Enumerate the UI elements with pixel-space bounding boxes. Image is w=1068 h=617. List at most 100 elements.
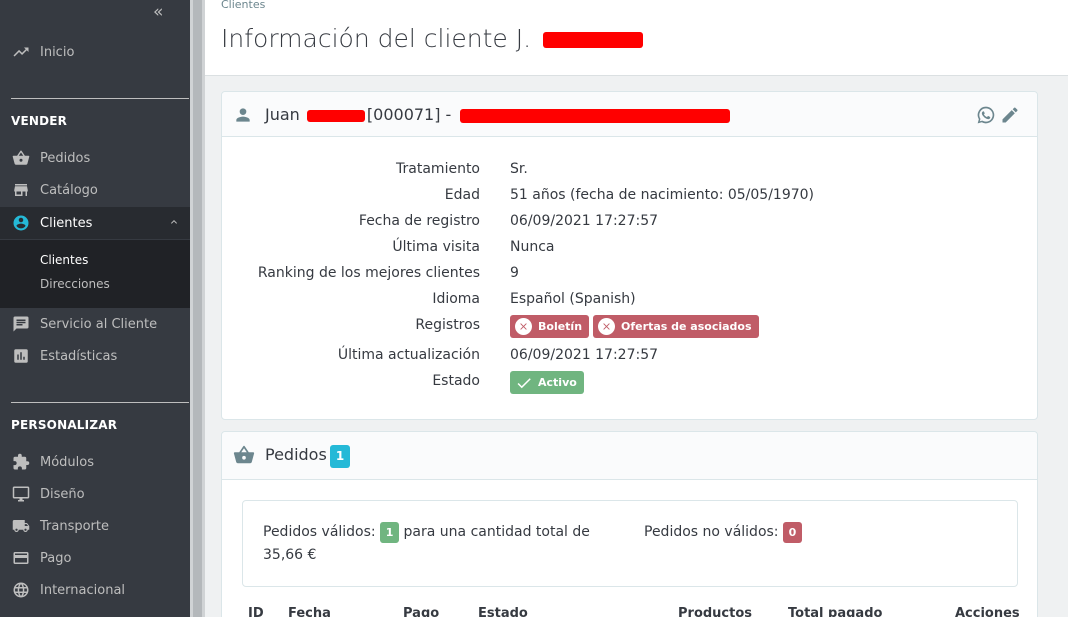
bar-chart-icon [11,348,31,364]
sidebar-divider [11,98,189,99]
sidebar-scrollbar[interactable] [190,0,205,617]
orders-col-pago[interactable]: Pago [403,606,439,617]
label-estado: Estado [432,373,480,389]
submenu-clientes: Clientes Direcciones [0,240,190,308]
sidebar-item-transporte[interactable]: Transporte [0,510,190,542]
page-title: Información del cliente J. [221,24,644,53]
section-vender: VENDER [11,114,68,128]
newsletter-label: Boletín [538,320,583,333]
invalid-orders-badge: 0 [782,522,802,543]
value-fecha-registro: 06/09/2021 17:27:57 [510,213,659,229]
close-icon [598,318,616,335]
puzzle-icon [11,453,31,470]
submenu-item-clientes[interactable]: Clientes [40,253,88,267]
edit-pencil-icon[interactable] [1000,105,1020,125]
store-icon [11,182,31,198]
orders-title: Pedidos [265,445,327,464]
sidebar-item-label: Módulos [40,454,94,470]
customer-name: Juan [000071] - [265,105,731,124]
chevron-up-icon [171,220,177,224]
valid-orders-line: Pedidos válidos: 1 para una cantidad tot… [263,522,590,543]
sidebar-item-label: Inicio [40,44,75,60]
sidebar-item-catalogo[interactable]: Catálogo [0,174,190,206]
sidebar-item-clientes[interactable]: Clientes [0,207,190,239]
orders-col-id[interactable]: ID [248,606,264,617]
trending-up-icon [11,44,31,60]
valid-orders-label: Pedidos válidos: [263,524,376,540]
sidebar-item-label: Pedidos [40,150,91,166]
truck-icon [11,518,31,534]
orders-card-header: Pedidos 1 [222,432,1037,480]
sidebar-item-pedidos[interactable]: Pedidos [0,142,190,174]
label-registros: Registros [415,317,480,333]
status-badge[interactable]: Activo [510,371,584,394]
orders-card: Pedidos 1 Pedidos válidos: 1 para una ca… [221,431,1038,617]
credit-card-icon [11,550,31,566]
sidebar-item-inicio[interactable]: Inicio [0,36,190,68]
double-chevron-left-icon[interactable]: « [153,2,163,22]
value-tratamiento: Sr. [510,161,528,177]
orders-col-productos[interactable]: Productos [678,606,752,617]
label-fecha-registro: Fecha de registro [358,213,480,229]
label-ranking: Ranking de los mejores clientes [257,265,480,281]
redaction-mark [543,32,644,48]
newsletter-badge[interactable]: Boletín [510,315,590,338]
section-personalizar: PERSONALIZAR [11,418,118,432]
globe-icon [11,582,31,598]
sidebar-item-label: Estadísticas [40,348,118,364]
sidebar-item-internacional[interactable]: Internacional [0,574,190,606]
close-icon [515,318,532,335]
sidebar-item-label: Servicio al Cliente [40,316,158,332]
orders-count-badge: 1 [330,445,350,468]
breadcrumb[interactable]: Clientes [221,0,265,11]
registros-badges: Boletín Ofertas de asociados [510,315,763,338]
customer-first-name: Juan [265,105,300,124]
status-label: Activo [538,376,577,389]
orders-summary-box: Pedidos válidos: 1 para una cantidad tot… [242,500,1018,587]
value-idioma: Español (Spanish) [510,291,636,307]
sidebar-item-label: Pago [40,550,72,566]
orders-col-acciones[interactable]: Acciones [955,606,1020,617]
sidebar-item-estadisticas[interactable]: Estadísticas [0,340,190,372]
value-ultima-visita: Nunca [510,239,555,255]
customer-email-link-redacted[interactable] [460,108,731,123]
redaction-mark [306,109,365,122]
partner-offers-badge[interactable]: Ofertas de asociados [593,315,759,338]
estado-badge-wrap: Activo [510,371,588,396]
sidebar-item-label: Clientes [40,215,93,231]
person-icon [236,108,250,122]
label-idioma: Idioma [432,291,480,307]
valid-orders-badge: 1 [380,522,400,543]
sidebar-item-label: Transporte [40,518,109,534]
valid-orders-total: 35,66 € [263,547,317,563]
label-ultima-actualizacion: Última actualización [337,347,480,363]
scrollbar-thumb[interactable] [193,0,202,617]
sidebar-item-pago[interactable]: Pago [0,542,190,574]
value-ranking: 9 [510,265,519,281]
sidebar: « Inicio VENDER Pedidos Catálogo Cliente… [0,0,190,617]
orders-col-fecha[interactable]: Fecha [288,606,331,617]
shopping-basket-icon [11,150,31,166]
shopping-basket-icon [233,445,255,464]
label-edad: Edad [444,187,480,203]
value-ultima-actualizacion: 06/09/2021 17:27:57 [510,347,659,363]
check-icon [517,377,531,388]
orders-col-estado[interactable]: Estado [478,606,528,617]
account-circle-icon [11,215,31,231]
sidebar-item-servicio[interactable]: Servicio al Cliente [0,308,190,340]
page-title-text: Información del cliente J. [221,24,532,53]
sidebar-item-label: Catálogo [40,182,98,198]
sidebar-item-diseno[interactable]: Diseño [0,478,190,510]
whatsapp-icon[interactable] [976,105,996,125]
label-tratamiento: Tratamiento [396,161,480,177]
customer-card-header: Juan [000071] - [222,92,1037,137]
orders-col-total[interactable]: Total pagado [788,606,882,617]
submenu-item-direcciones[interactable]: Direcciones [40,277,110,291]
customer-card: Juan [000071] - Tratamiento Sr. Edad 51 … [221,91,1038,420]
value-edad: 51 años (fecha de nacimiento: 05/05/1970… [510,187,815,203]
sidebar-item-modulos[interactable]: Módulos [0,446,190,478]
page-header: Clientes Información del cliente J. [205,0,1068,76]
partner-offers-label: Ofertas de asociados [621,320,752,333]
label-ultima-visita: Última visita [392,239,480,255]
chat-icon [11,316,31,332]
